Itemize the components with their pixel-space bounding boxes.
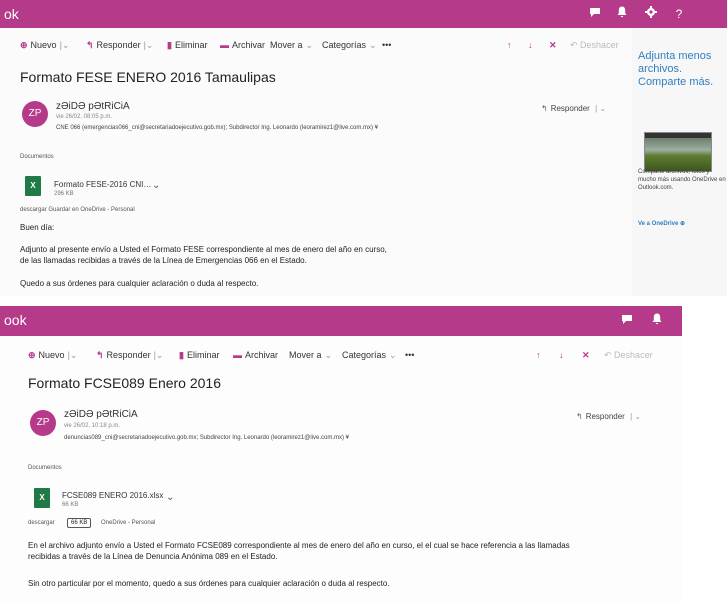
email-screenshot-1: ok ? ⊕ Nuevo |⌄ ↰ Responder |⌄ ▮ Eliminar ▬ Ar… xyxy=(0,0,727,296)
arrow-down-icon[interactable]: ↓ xyxy=(528,38,533,52)
gear-icon[interactable] xyxy=(640,4,662,24)
more-button[interactable]: ••• xyxy=(405,348,414,362)
plus-circle-icon: ⊕ xyxy=(28,350,36,360)
arrow-circle-icon: ⊕ xyxy=(680,221,686,227)
recipients[interactable]: CNE 066 (emergencias066_cni@secretariado… xyxy=(56,125,378,131)
chevron-down-icon[interactable]: |⌄ xyxy=(154,350,164,360)
command-bar: ⊕ Nuevo |⌄ ↰ Responder |⌄ ▮ Eliminar ▬ Archiva… xyxy=(0,34,632,56)
arrow-down-icon[interactable]: ↓ xyxy=(559,348,564,362)
undo-button[interactable]: ↶ Deshacer xyxy=(604,348,653,362)
body-line: recibidas a través de la Línea de Denunc… xyxy=(28,552,278,561)
trash-icon: ▮ xyxy=(167,40,172,50)
attachment-actions[interactable]: descargar Guardar en OneDrive - Personal xyxy=(20,207,135,213)
reply-icon: ↰ xyxy=(86,40,94,50)
delete-button[interactable]: ▮ Eliminar xyxy=(167,38,207,52)
chevron-down-icon[interactable]: | ⌄ xyxy=(628,412,641,421)
save-onedrive-link[interactable]: OneDrive - Personal xyxy=(101,520,155,526)
reply-inline-button[interactable]: ↰ Responder | ⌄ xyxy=(541,104,606,113)
sender-name[interactable]: zƏiDƏ pƏtRiCiA xyxy=(64,409,138,420)
close-icon[interactable]: ✕ xyxy=(582,348,590,362)
reply-icon: ↰ xyxy=(96,350,104,360)
bell-icon[interactable] xyxy=(646,311,668,331)
email-subject: Formato FESE ENERO 2016 Tamaulipas xyxy=(20,69,276,85)
email-subject: Formato FCSE089 Enero 2016 xyxy=(28,375,221,391)
chevron-down-icon: ⌄ xyxy=(369,40,377,50)
recipients[interactable]: denuncias089_cni@secretariadoejecutivo.g… xyxy=(64,435,349,441)
body-line: En el archivo adjunto envío a Usted el F… xyxy=(28,541,570,550)
bell-icon[interactable] xyxy=(611,4,633,24)
chevron-down-icon[interactable]: ⌄ xyxy=(152,180,160,191)
new-button[interactable]: ⊕ Nuevo |⌄ xyxy=(28,348,77,362)
delete-button[interactable]: ▮ Eliminar xyxy=(179,348,219,362)
closing-line: Sin otro particular por el momento, qued… xyxy=(28,579,390,588)
chat-icon[interactable] xyxy=(616,311,638,331)
sender-name[interactable]: zƏiDƏ pƏtRiCiA xyxy=(56,101,130,112)
onedrive-promo-pane: Adjunta menos archivos. Comparte más. Co… xyxy=(632,28,727,296)
app-brand: ook xyxy=(4,312,27,328)
undo-button[interactable]: ↶ Deshacer xyxy=(570,38,619,52)
attachment-size: 66 KB xyxy=(62,502,79,508)
new-button[interactable]: ⊕ Nuevo |⌄ xyxy=(20,38,69,52)
app-header: ok ? xyxy=(0,0,727,28)
email-screenshot-2: ook ⊕ Nuevo |⌄ ↰ Responder |⌄ ▮ Eliminar ▬ Arc… xyxy=(0,306,682,602)
reply-icon: ↰ xyxy=(541,104,548,113)
app-header: ook xyxy=(0,306,682,336)
undo-icon: ↶ xyxy=(604,350,615,360)
chevron-down-icon: ⌄ xyxy=(305,40,314,50)
chevron-down-icon[interactable]: |⌄ xyxy=(68,350,78,360)
excel-file-icon[interactable]: X xyxy=(25,176,41,196)
promo-text: Comparte archivos, fotos y mucho más usa… xyxy=(638,169,726,191)
closing-line: Quedo a sus órdenes para cualquier aclar… xyxy=(20,279,259,288)
reply-icon: ↰ xyxy=(576,412,583,421)
arrow-up-icon[interactable]: ↑ xyxy=(507,38,512,52)
onedrive-link[interactable]: Ve a OneDrive ⊕ xyxy=(638,220,685,227)
categories-button[interactable]: Categorías ⌄ xyxy=(322,38,377,52)
size-tooltip: 66 KB xyxy=(67,518,92,528)
attachment-size: 296 KB xyxy=(54,191,74,197)
arrow-up-icon[interactable]: ↑ xyxy=(536,348,541,362)
archive-icon: ▬ xyxy=(233,350,242,360)
archive-button[interactable]: ▬ Archivar xyxy=(220,38,265,52)
app-brand: ok xyxy=(4,6,19,22)
chevron-down-icon: ⌄ xyxy=(389,350,397,360)
attachment-name[interactable]: Formato FESE-2016 CNI… xyxy=(54,180,151,189)
avatar[interactable]: ZP xyxy=(30,410,56,436)
reply-button[interactable]: ↰ Responder |⌄ xyxy=(96,348,163,362)
greeting: Buen día: xyxy=(20,223,55,232)
sent-date: vie 26/02, 08:05 p.m. xyxy=(56,114,113,120)
documents-label: Documentos xyxy=(28,465,62,471)
help-icon[interactable]: ? xyxy=(668,4,690,24)
move-to-button[interactable]: Mover a ⌄ xyxy=(270,38,313,52)
categories-button[interactable]: Categorías ⌄ xyxy=(342,348,397,362)
promo-headline: Adjunta menos archivos. Comparte más. xyxy=(638,50,714,88)
command-bar: ⊕ Nuevo |⌄ ↰ Responder |⌄ ▮ Eliminar ▬ Archiva… xyxy=(0,344,682,366)
chat-icon[interactable] xyxy=(584,4,606,24)
chevron-down-icon[interactable]: ⌄ xyxy=(166,492,174,503)
chevron-down-icon[interactable]: |⌄ xyxy=(60,40,70,50)
plus-circle-icon: ⊕ xyxy=(20,40,28,50)
archive-button[interactable]: ▬ Archivar xyxy=(233,348,278,362)
chevron-down-icon[interactable]: | ⌄ xyxy=(593,104,606,113)
reply-inline-button[interactable]: ↰ Responder | ⌄ xyxy=(576,412,641,421)
avatar[interactable]: ZP xyxy=(22,101,48,127)
sent-date: vie 26/02, 10:18 p.m. xyxy=(64,423,121,429)
promo-image xyxy=(644,132,712,172)
more-button[interactable]: ••• xyxy=(382,38,391,52)
undo-icon: ↶ xyxy=(570,40,581,50)
close-icon[interactable]: ✕ xyxy=(549,38,557,52)
attachment-name[interactable]: FCSE089 ENERO 2016.xlsx xyxy=(62,491,163,500)
body-line: de las llamadas recibidas a través de la… xyxy=(20,256,307,265)
excel-file-icon[interactable]: X xyxy=(34,488,50,508)
chevron-down-icon: ⌄ xyxy=(324,350,333,360)
archive-icon: ▬ xyxy=(220,40,229,50)
reply-button[interactable]: ↰ Responder |⌄ xyxy=(86,38,153,52)
chevron-down-icon[interactable]: |⌄ xyxy=(144,40,154,50)
documents-label: Documentos xyxy=(20,154,54,160)
move-to-button[interactable]: Mover a ⌄ xyxy=(289,348,332,362)
trash-icon: ▮ xyxy=(179,350,184,360)
body-line: Adjunto al presente envío a Usted el For… xyxy=(20,245,387,254)
download-link[interactable]: descargar xyxy=(28,520,55,526)
